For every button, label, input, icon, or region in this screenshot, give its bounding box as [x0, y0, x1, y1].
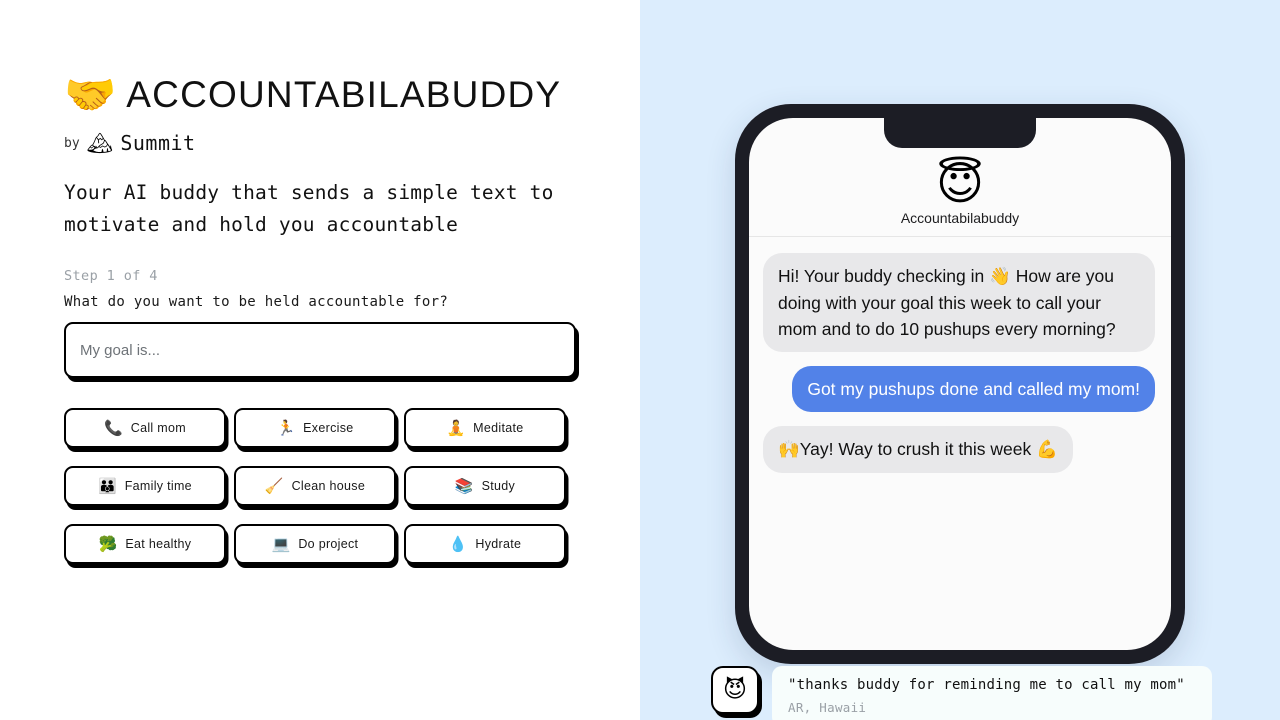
suggestion-label: Call mom [130, 421, 186, 435]
broccoli-emoji: 🥦 [98, 534, 118, 553]
suggestion-label: Do project [298, 537, 359, 551]
buddy-avatar-icon: 😇 [936, 156, 984, 210]
suggestion-button-hydrate[interactable]: 💧 Hydrate [404, 524, 566, 564]
suggestion-button-meditate[interactable]: 🧘 Meditate [404, 408, 566, 448]
brand-header: 🤝 ACCOUNTABILABUDDY [64, 74, 584, 116]
suggestion-button-clean-house[interactable]: 🧹 Clean house [234, 466, 396, 506]
tagline: Your AI buddy that sends a simple text t… [64, 181, 554, 236]
attribution: by 🏔 Summit [64, 131, 584, 155]
droplet-emoji: 💧 [448, 534, 468, 553]
suggestion-button-call-mom[interactable]: 📞 Call mom [64, 408, 226, 448]
company-name: Summit [120, 131, 196, 155]
handshake-icon: 🤝 [64, 70, 117, 119]
laptop-emoji: 💻 [271, 534, 291, 553]
testimonial-quote: "thanks buddy for reminding me to call m… [788, 677, 1185, 693]
telephone-receiver-emoji: 📞 [104, 418, 123, 437]
signup-content: 🤝 ACCOUNTABILABUDDY by 🏔 Summit Your AI … [64, 74, 584, 564]
mountain-icon: 🏔 [86, 130, 114, 155]
signup-panel: 🤝 ACCOUNTABILABUDDY by 🏔 Summit Your AI … [0, 0, 640, 720]
raising-hands-emoji: 🙌 [778, 440, 800, 460]
goal-input[interactable] [64, 322, 576, 378]
testimonial-avatar: 😈 [711, 666, 759, 714]
suggestion-label: Eat healthy [125, 537, 192, 551]
family-emoji: 👪 [98, 476, 117, 495]
testimonial-card: "thanks buddy for reminding me to call m… [772, 666, 1212, 720]
suggestion-label: Clean house [291, 479, 366, 493]
runner-emoji: 🏃 [276, 418, 296, 437]
question-label: What do you want to be held accountable … [64, 294, 449, 310]
devil-face-icon: 😈 [723, 676, 747, 703]
chat-bubble-incoming: 🙌Yay! Way to crush it this week 💪 [763, 426, 1073, 473]
suggestion-button-eat-healthy[interactable]: 🥦 Eat healthy [64, 524, 226, 564]
step-indicator: Step 1 of 4 [64, 268, 158, 284]
suggestion-button-do-project[interactable]: 💻 Do project [234, 524, 396, 564]
broom-emoji: 🧹 [264, 476, 284, 495]
suggestion-button-study[interactable]: 📚 Study [404, 466, 566, 506]
phone-notch [884, 118, 1036, 148]
phone-mockup: 😇 Accountabilabuddy Hi! Your buddy check… [735, 104, 1185, 664]
message-text: Hi! Your buddy checking in [778, 266, 990, 286]
testimonial: 😈 "thanks buddy for reminding me to call… [711, 666, 1212, 720]
chat-contact-name: Accountabilabuddy [900, 210, 1020, 226]
person-in-lotus-position-emoji: 🧘 [446, 418, 466, 437]
message-text-cont: Yay! Way to crush it this week 💪 [799, 439, 1058, 459]
landing-page: 🤝 ACCOUNTABILABUDDY by 🏔 Summit Your AI … [0, 0, 1280, 720]
suggestion-grid: 📞 Call mom 🏃 Exercise 🧘 Meditate 👪 Family time 🧹… [64, 408, 576, 564]
suggestion-label: Hydrate [475, 537, 522, 551]
chat-message-list: Hi! Your buddy checking in 👋 How are you… [749, 237, 1171, 483]
chat-bubble-outgoing: Got my pushups done and called my mom! [792, 366, 1155, 412]
suggestion-label: Study [481, 479, 516, 493]
goal-input-wrapper [64, 322, 576, 378]
testimonial-author: AR, Hawaii [788, 700, 867, 715]
suggestion-button-exercise[interactable]: 🏃 Exercise [234, 408, 396, 448]
suggestion-label: Meditate [473, 421, 524, 435]
waving-hand-emoji: 👋 [989, 267, 1011, 287]
by-label: by [64, 135, 80, 151]
chat-bubble-incoming: Hi! Your buddy checking in 👋 How are you… [763, 253, 1155, 352]
suggestion-label: Family time [124, 479, 192, 493]
phone-screen: 😇 Accountabilabuddy Hi! Your buddy check… [749, 118, 1171, 650]
suggestion-label: Exercise [303, 421, 354, 435]
suggestion-button-family-time[interactable]: 👪 Family time [64, 466, 226, 506]
books-emoji: 📚 [454, 476, 474, 495]
page-title: ACCOUNTABILABUDDY [126, 74, 562, 115]
preview-panel: 😇 Accountabilabuddy Hi! Your buddy check… [640, 0, 1280, 720]
message-text: Got my pushups done and called my mom! [807, 379, 1140, 399]
